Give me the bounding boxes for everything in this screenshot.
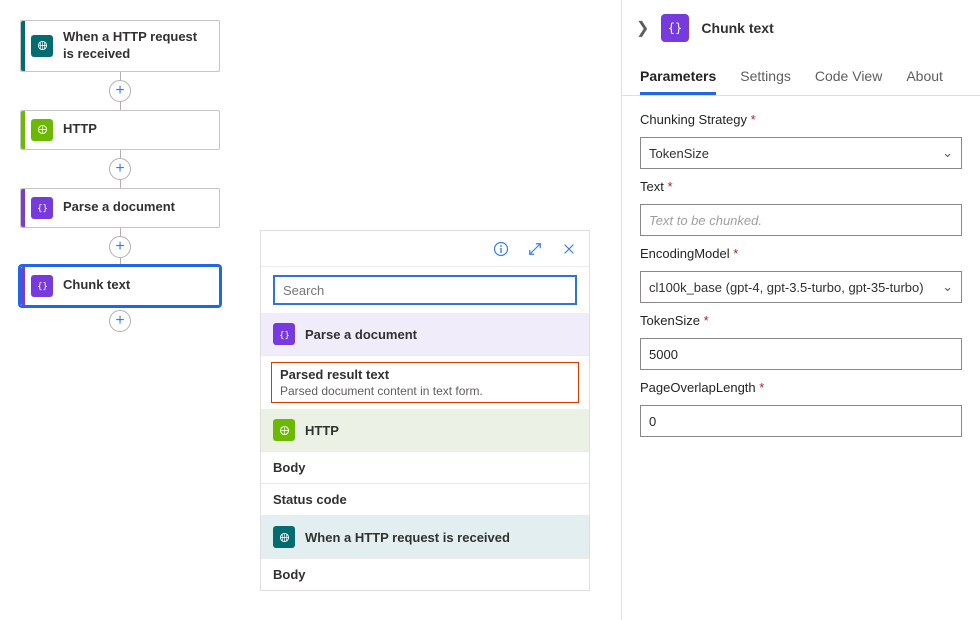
dynamic-content-panel: {} Parse a document Parsed result text P…: [260, 230, 590, 591]
section-http[interactable]: HTTP: [261, 409, 589, 452]
item-body[interactable]: Body: [261, 452, 589, 484]
tab-parameters[interactable]: Parameters: [640, 60, 716, 95]
tokensize-field[interactable]: [649, 347, 953, 362]
http-action-icon: [273, 419, 295, 441]
input-token-size[interactable]: [640, 338, 962, 370]
item-desc: Parsed document content in text form.: [280, 384, 570, 398]
select-chunking-strategy[interactable]: TokenSize ⌄: [640, 137, 962, 169]
node-accent: [21, 111, 25, 149]
item-parsed-result-text[interactable]: Parsed result text Parsed document conte…: [271, 362, 579, 403]
node-label: When a HTTP request is received: [63, 29, 209, 63]
braces-icon: {}: [661, 14, 689, 42]
connector: +: [20, 150, 220, 188]
node-accent: [21, 267, 25, 305]
http-action-icon: [31, 119, 53, 141]
item-title: Status code: [273, 492, 577, 507]
panel-header: ❯ {} Chunk text: [622, 0, 980, 60]
search-wrap: [261, 267, 589, 313]
select-encoding-model[interactable]: cl100k_base (gpt-4, gpt-3.5-turbo, gpt-3…: [640, 271, 962, 303]
item-title: Body: [273, 460, 577, 475]
node-label: HTTP: [63, 121, 97, 138]
close-icon[interactable]: [561, 241, 577, 257]
expand-icon[interactable]: [527, 241, 543, 257]
section-http-trigger[interactable]: When a HTTP request is received: [261, 516, 589, 559]
braces-icon: {}: [31, 197, 53, 219]
svg-text:{}: {}: [37, 282, 48, 292]
add-step-button[interactable]: +: [109, 236, 131, 258]
label-chunking-strategy: Chunking Strategy *: [640, 112, 962, 127]
http-trigger-icon: [31, 35, 53, 57]
add-step-button[interactable]: +: [109, 310, 131, 332]
text-field[interactable]: [649, 213, 953, 228]
chevron-right-icon[interactable]: ❯: [636, 18, 649, 38]
tab-about[interactable]: About: [906, 60, 943, 95]
search-input[interactable]: [273, 275, 577, 305]
node-http-trigger[interactable]: When a HTTP request is received: [20, 20, 220, 72]
braces-icon: {}: [31, 275, 53, 297]
node-label: Chunk text: [63, 277, 130, 294]
select-value: cl100k_base (gpt-4, gpt-3.5-turbo, gpt-3…: [649, 280, 924, 295]
connector: +: [20, 306, 220, 336]
add-step-button[interactable]: +: [109, 80, 131, 102]
select-value: TokenSize: [649, 146, 709, 161]
input-page-overlap[interactable]: [640, 405, 962, 437]
input-text[interactable]: [640, 204, 962, 236]
label-token-size: TokenSize *: [640, 313, 962, 328]
add-step-button[interactable]: +: [109, 158, 131, 180]
workflow-canvas: When a HTTP request is received + HTTP +…: [20, 20, 220, 336]
tab-code-view[interactable]: Code View: [815, 60, 882, 95]
panel-title: Chunk text: [701, 20, 773, 36]
section-title: Parse a document: [305, 327, 417, 342]
label-encoding-model: EncodingModel *: [640, 246, 962, 261]
info-icon[interactable]: [493, 241, 509, 257]
connector: +: [20, 228, 220, 266]
svg-text:{}: {}: [37, 204, 48, 214]
panel-toolbar: [261, 231, 589, 267]
section-title: HTTP: [305, 423, 339, 438]
section-parse-document[interactable]: {} Parse a document: [261, 313, 589, 356]
properties-panel: ❯ {} Chunk text Parameters Settings Code…: [621, 0, 980, 620]
item-title: Body: [273, 567, 577, 582]
node-label: Parse a document: [63, 199, 175, 216]
node-parse-document[interactable]: {} Parse a document: [20, 188, 220, 228]
chevron-down-icon: ⌄: [942, 279, 953, 295]
node-http[interactable]: HTTP: [20, 110, 220, 150]
label-page-overlap: PageOverlapLength *: [640, 380, 962, 395]
connector: +: [20, 72, 220, 110]
overlap-field[interactable]: [649, 414, 953, 429]
svg-text:{}: {}: [279, 330, 290, 340]
svg-text:{}: {}: [668, 21, 682, 35]
item-title: Parsed result text: [280, 367, 570, 382]
label-text: Text *: [640, 179, 962, 194]
node-accent: [21, 21, 25, 71]
node-chunk-text[interactable]: {} Chunk text: [20, 266, 220, 306]
node-accent: [21, 189, 25, 227]
chevron-down-icon: ⌄: [942, 145, 953, 161]
braces-icon: {}: [273, 323, 295, 345]
form: Chunking Strategy * TokenSize ⌄ Text * E…: [622, 96, 980, 453]
http-trigger-icon: [273, 526, 295, 548]
tabs: Parameters Settings Code View About: [622, 60, 980, 96]
section-title: When a HTTP request is received: [305, 530, 510, 545]
item-status-code[interactable]: Status code: [261, 484, 589, 516]
item-body-trigger[interactable]: Body: [261, 559, 589, 590]
tab-settings[interactable]: Settings: [740, 60, 791, 95]
